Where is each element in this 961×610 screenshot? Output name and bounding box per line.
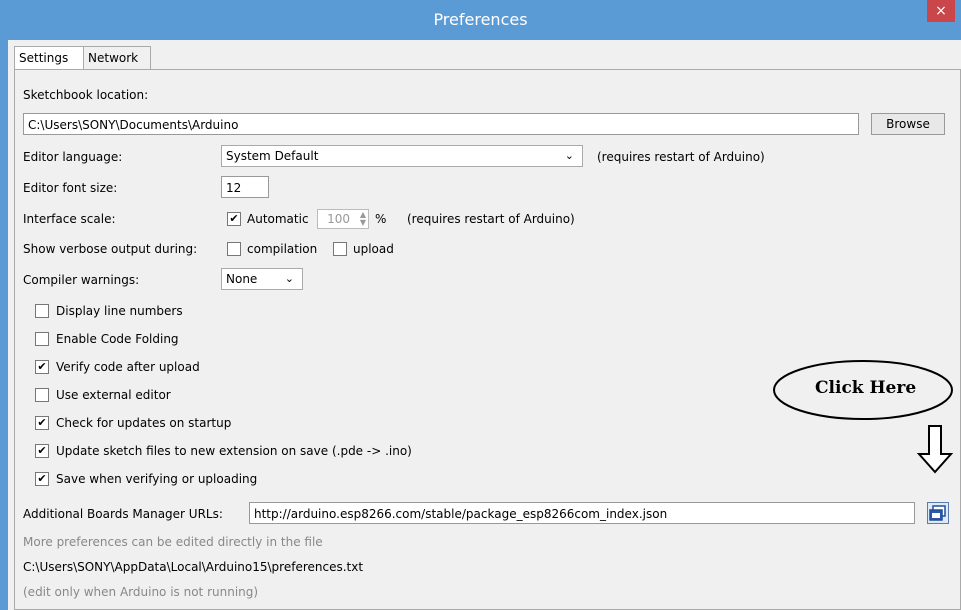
verify-after-upload-label: Verify code after upload xyxy=(56,360,200,374)
enable-code-folding-checkbox[interactable] xyxy=(35,332,49,346)
tab-network[interactable]: Network xyxy=(83,46,151,70)
sketchbook-location-input[interactable]: C:\Users\SONY\Documents\Arduino xyxy=(23,113,859,135)
font-size-input[interactable]: 12 xyxy=(221,176,269,198)
automatic-scale-label: Automatic xyxy=(247,212,309,226)
display-line-numbers-label: Display line numbers xyxy=(56,304,183,318)
check-updates-label: Check for updates on startup xyxy=(56,416,232,430)
compiler-warnings-label: Compiler warnings: xyxy=(23,273,140,287)
upload-checkbox[interactable] xyxy=(333,242,347,256)
window-icon xyxy=(929,505,946,521)
editor-language-select[interactable]: System Default ⌄ xyxy=(221,145,583,167)
automatic-scale-checkbox[interactable]: ✔ xyxy=(227,212,241,226)
interface-scale-label: Interface scale: xyxy=(23,212,116,226)
title-bar: Preferences × xyxy=(0,0,961,40)
window-title: Preferences xyxy=(433,10,528,29)
edit-urls-button[interactable] xyxy=(927,502,949,524)
interface-scale-note: (requires restart of Arduino) xyxy=(407,212,575,226)
verify-after-upload-checkbox[interactable]: ✔ xyxy=(35,360,49,374)
scale-unit: % xyxy=(375,212,387,226)
boards-urls-label: Additional Boards Manager URLs: xyxy=(23,507,223,521)
sketchbook-label: Sketchbook location: xyxy=(23,88,149,102)
preferences-window: Preferences × Settings Network Sketchboo… xyxy=(0,0,961,610)
close-button[interactable]: × xyxy=(927,0,955,22)
tab-settings[interactable]: Settings xyxy=(14,46,84,71)
save-when-verifying-checkbox[interactable]: ✔ xyxy=(35,472,49,486)
display-line-numbers-checkbox[interactable] xyxy=(35,304,49,318)
font-size-label: Editor font size: xyxy=(23,181,118,195)
chevron-down-icon: ⌄ xyxy=(284,272,294,285)
spinner-arrows-icon: ▲ ▼ xyxy=(359,210,366,227)
check-updates-checkbox[interactable]: ✔ xyxy=(35,416,49,430)
chevron-down-icon: ⌄ xyxy=(564,149,574,162)
editor-language-note: (requires restart of Arduino) xyxy=(597,150,765,164)
dialog-client: Settings Network Sketchbook location: C:… xyxy=(8,40,961,610)
verbose-output-label: Show verbose output during: xyxy=(23,242,198,256)
update-sketch-extension-label: Update sketch files to new extension on … xyxy=(56,444,412,458)
editor-language-value: System Default xyxy=(226,149,319,163)
enable-code-folding-label: Enable Code Folding xyxy=(56,332,179,346)
click-here-label: Click Here xyxy=(815,378,917,398)
boards-urls-input[interactable]: http://arduino.esp8266.com/stable/packag… xyxy=(249,502,915,524)
down-arrow-icon xyxy=(916,425,954,474)
compilation-label: compilation xyxy=(247,242,318,256)
use-external-editor-checkbox[interactable] xyxy=(35,388,49,402)
upload-label: upload xyxy=(353,242,394,256)
scale-value: 100 xyxy=(327,212,350,226)
preferences-file-path: C:\Users\SONY\AppData\Local\Arduino15\pr… xyxy=(23,560,364,574)
save-when-verifying-label: Save when verifying or uploading xyxy=(56,472,258,486)
scale-spinbox: 100 ▲ ▼ xyxy=(317,209,369,229)
compilation-checkbox[interactable] xyxy=(227,242,241,256)
use-external-editor-label: Use external editor xyxy=(56,388,171,402)
footer-edit-note: (edit only when Arduino is not running) xyxy=(23,585,259,599)
footer-note: More preferences can be edited directly … xyxy=(23,535,323,549)
compiler-warnings-value: None xyxy=(226,272,258,286)
update-sketch-extension-checkbox[interactable]: ✔ xyxy=(35,444,49,458)
compiler-warnings-select[interactable]: None ⌄ xyxy=(221,268,303,290)
settings-panel: Sketchbook location: C:\Users\SONY\Docum… xyxy=(14,69,961,610)
browse-button[interactable]: Browse xyxy=(871,113,945,135)
editor-language-label: Editor language: xyxy=(23,150,123,164)
